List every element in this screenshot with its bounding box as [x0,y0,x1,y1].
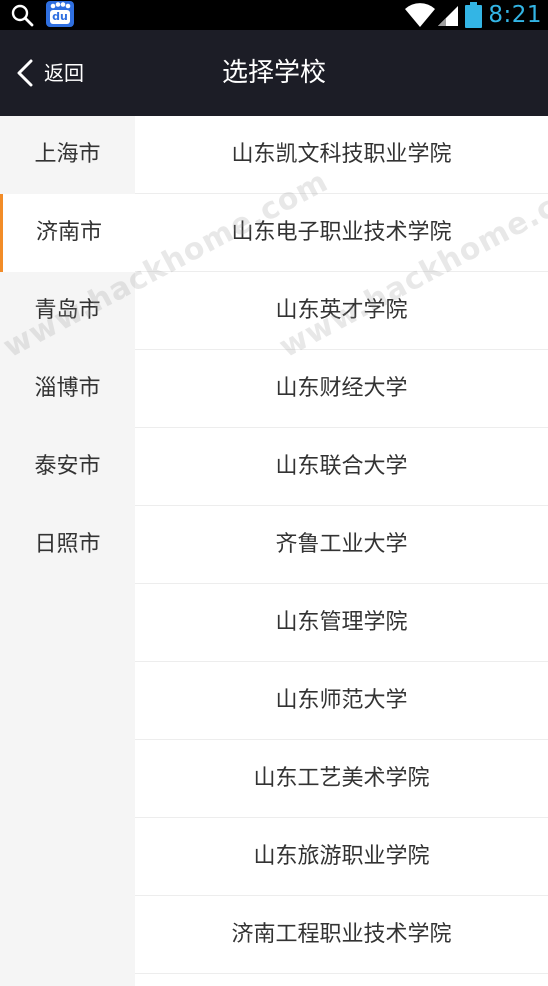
baidu-icon: du [46,1,74,27]
battery-icon [465,2,482,28]
sidebar-item-qingdao[interactable]: 青岛市 [0,272,135,350]
sidebar-item-taian[interactable]: 泰安市 [0,428,135,506]
chevron-left-icon [17,59,33,87]
school-list-item[interactable]: 山东凯文科技职业学院 [135,116,548,194]
status-bar: du 8:21 [0,0,548,30]
school-list-item[interactable]: 山东英才学院 [135,272,548,350]
sidebar-item-rizhao[interactable]: 日照市 [0,506,135,584]
sidebar-item-jinan[interactable]: 济南市 [0,194,135,272]
app-header: 返回 选择学校 [0,30,548,116]
clock-time: 8:21 [488,2,542,28]
school-list-item[interactable]: 山东师范大学 [135,662,548,740]
school-list-item[interactable]: 山东工艺美术学院 [135,740,548,818]
sidebar-item-zibo[interactable]: 淄博市 [0,350,135,428]
back-button[interactable]: 返回 [10,48,100,98]
signal-icon [438,6,458,26]
baidu-label: du [50,10,70,24]
school-list-item[interactable]: 济南工程职业技术学院 [135,896,548,974]
school-list-item[interactable]: 山东联合大学 [135,428,548,506]
back-label: 返回 [44,61,84,85]
school-list[interactable]: 山东凯文科技职业学院 山东电子职业技术学院 山东英才学院 山东财经大学 山东联合… [135,116,548,986]
school-list-item[interactable]: 齐鲁工业大学 [135,506,548,584]
school-list-item[interactable]: 山东旅游职业学院 [135,818,548,896]
school-list-item[interactable]: 山东管理学院 [135,584,548,662]
sidebar-item-shanghai[interactable]: 上海市 [0,116,135,194]
school-list-item[interactable]: 山东电子职业技术学院 [135,194,548,272]
search-icon [11,4,34,27]
city-sidebar: 上海市 济南市 青岛市 淄博市 泰安市 日照市 [0,116,135,986]
school-list-item[interactable]: 山东财经大学 [135,350,548,428]
wifi-icon [405,3,435,27]
